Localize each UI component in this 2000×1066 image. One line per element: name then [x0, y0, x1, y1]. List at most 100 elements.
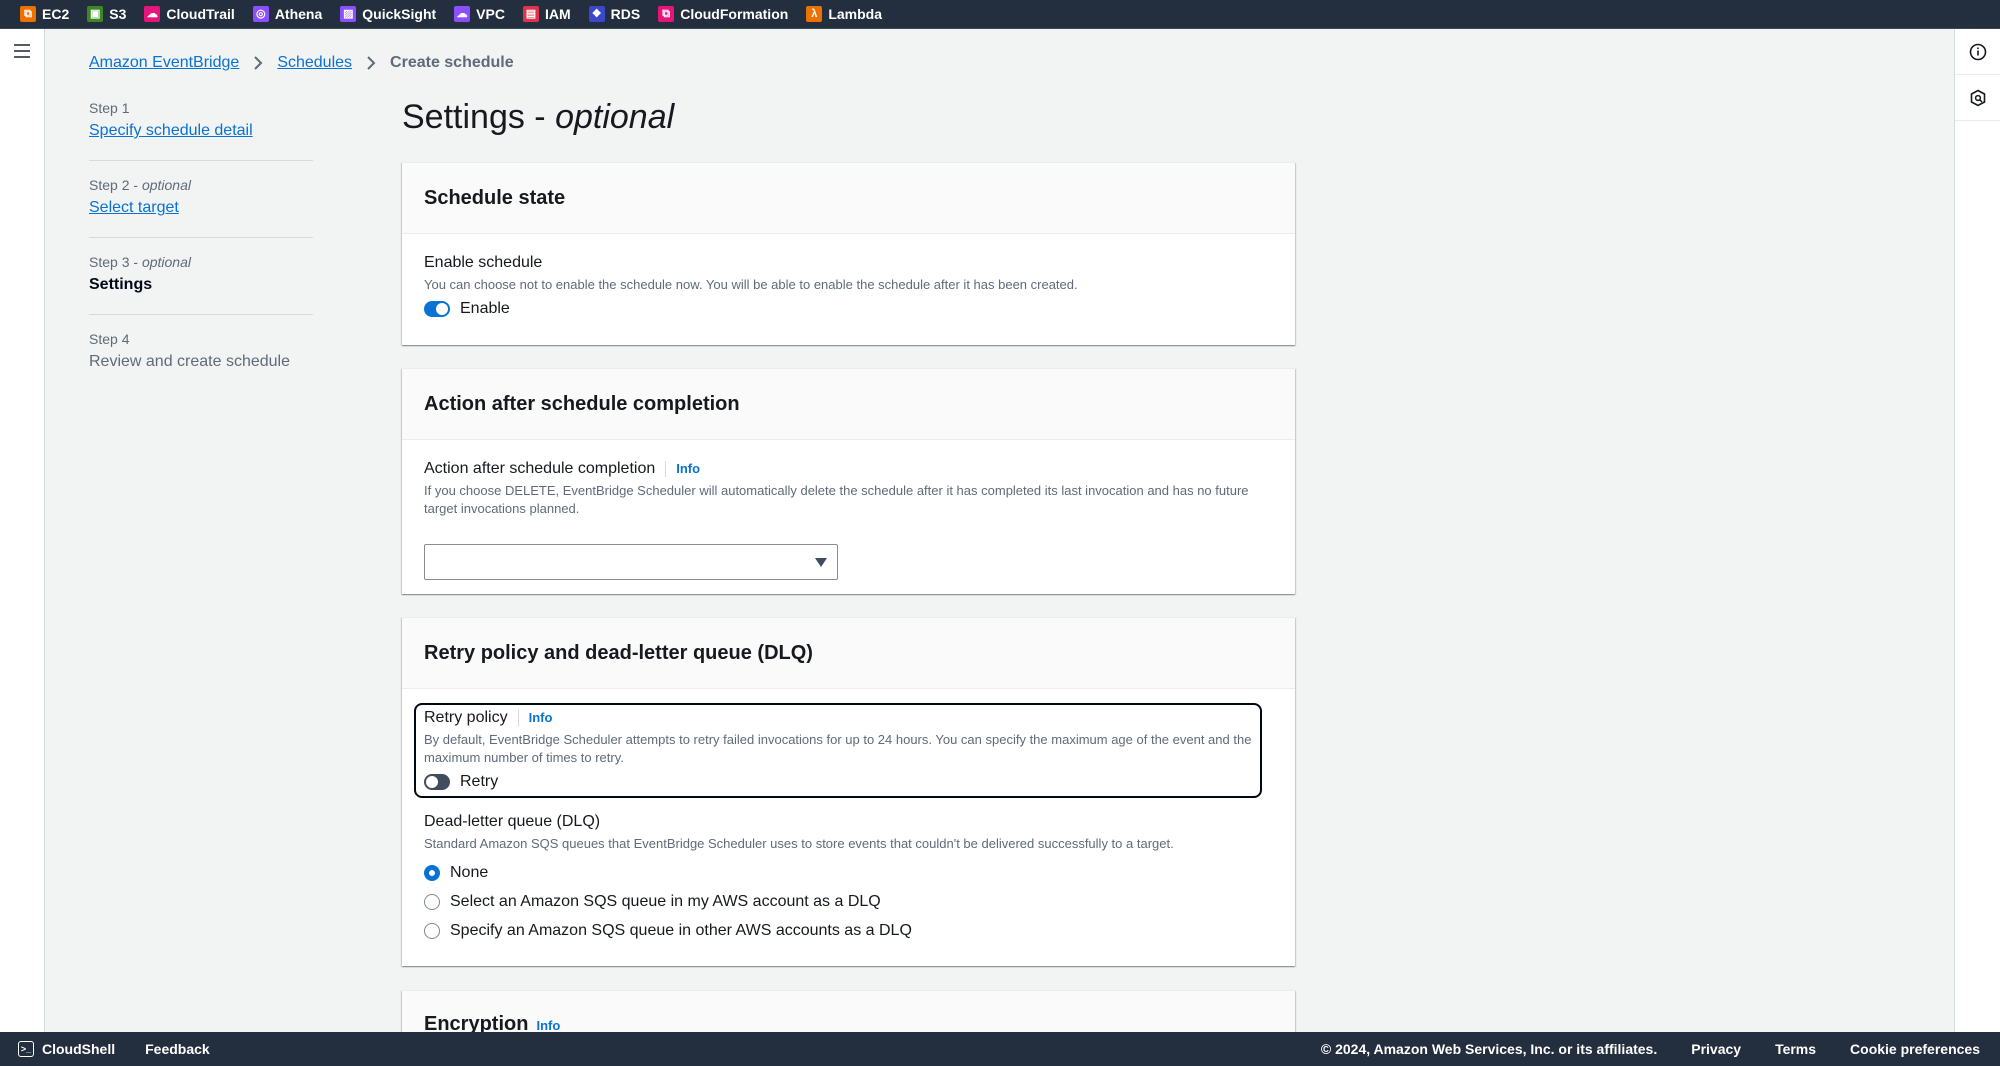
panel-title: Schedule state [424, 186, 566, 209]
action-after-description: If you choose DELETE, EventBridge Schedu… [424, 483, 1249, 516]
retry-policy-label: Retry policy Info [424, 709, 553, 726]
panel-header: Schedule state [402, 163, 1295, 234]
radio-label: Select an Amazon SQS queue in my AWS acc… [450, 893, 881, 910]
breadcrumb: Amazon EventBridge Schedules Create sche… [89, 54, 514, 72]
rds-icon: ❖ [588, 6, 605, 22]
athena-icon: ◎ [252, 6, 269, 22]
action-after-completion-select[interactable] [424, 544, 838, 580]
retry-toggle-row: Retry [424, 773, 1273, 791]
quicksight-icon: ▨ [340, 6, 357, 22]
radio-unchecked-icon[interactable] [424, 894, 440, 910]
s3-icon: ▣ [87, 6, 104, 22]
breadcrumb-eventbridge[interactable]: Amazon EventBridge [89, 54, 239, 72]
service-label: IAM [544, 6, 571, 22]
schedule-state-panel: Schedule state Enable schedule You can c… [402, 162, 1295, 345]
dlq-option-other-accounts[interactable]: Specify an Amazon SQS queue in other AWS… [424, 922, 1273, 940]
retry-policy-dlq-panel: Retry policy and dead-letter queue (DLQ)… [402, 617, 1295, 966]
terminal-icon: >_ [18, 1041, 34, 1057]
panel-title: Action after schedule completion [424, 392, 740, 415]
chevron-right-icon [253, 56, 263, 70]
enable-schedule-label: Enable schedule [424, 254, 543, 271]
help-panel-button[interactable] [1955, 75, 2000, 121]
service-shortcut-cloudformation[interactable]: ⧉ CloudFormation [658, 0, 788, 29]
breadcrumb-schedules[interactable]: Schedules [277, 54, 352, 72]
enable-schedule-description: You can choose not to enable the schedul… [424, 277, 1078, 292]
feedback-link[interactable]: Feedback [145, 1041, 210, 1057]
caret-down-icon [815, 558, 827, 567]
service-label: S3 [109, 6, 127, 22]
step-number: Step 1 [89, 100, 130, 116]
dlq-option-none[interactable]: None [424, 864, 1273, 882]
dlq-description: Standard Amazon SQS queues that EventBri… [424, 836, 1174, 851]
service-label: CloudTrail [166, 6, 235, 22]
service-label: RDS [610, 6, 641, 22]
radio-unchecked-icon[interactable] [424, 923, 440, 939]
page-title: Settings - optional [402, 98, 675, 136]
info-link[interactable]: Info [517, 710, 552, 726]
right-tools-rail [1954, 29, 2000, 1032]
radio-label: Specify an Amazon SQS queue in other AWS… [450, 922, 912, 939]
service-shortcut-vpc[interactable]: ☁ VPC [454, 0, 505, 29]
service-label: QuickSight [362, 6, 437, 22]
cloudtrail-icon: ☁ [144, 6, 161, 22]
hexagon-help-icon [1970, 89, 1985, 106]
console-footer: >_ CloudShell Feedback © 2024, Amazon We… [0, 1032, 2000, 1066]
step-number: Step 4 [89, 331, 130, 347]
service-label: Athena [274, 6, 323, 22]
service-shortcut-ec2[interactable]: ⧉ EC2 [20, 0, 69, 29]
panel-title: Retry policy and dead-letter queue (DLQ) [424, 641, 813, 664]
retry-toggle[interactable] [424, 774, 450, 790]
cloudshell-label: CloudShell [42, 1041, 116, 1057]
menu-icon[interactable] [14, 44, 30, 58]
info-link[interactable]: Info [665, 461, 700, 477]
cloudshell-button[interactable]: >_ CloudShell [18, 1041, 115, 1057]
service-shortcut-s3[interactable]: ▣ S3 [87, 0, 126, 29]
panel-header: Action after schedule completion [402, 369, 1295, 440]
service-shortcut-lambda[interactable]: λ Lambda [806, 0, 882, 29]
wizard-steps: Step 1 Specify schedule detail Step 2 - … [89, 100, 313, 407]
terms-link[interactable]: Terms [1775, 1041, 1816, 1057]
radio-checked-icon[interactable] [424, 865, 440, 881]
dlq-option-my-account[interactable]: Select an Amazon SQS queue in my AWS acc… [424, 893, 1273, 911]
wizard-step-1: Step 1 Specify schedule detail [89, 100, 313, 161]
service-shortcut-athena[interactable]: ◎ Athena [252, 0, 323, 29]
service-shortcut-quicksight[interactable]: ▨ QuickSight [340, 0, 436, 29]
step-link-select-target[interactable]: Select target [89, 199, 313, 217]
service-shortcut-cloudtrail[interactable]: ☁ CloudTrail [144, 0, 235, 29]
lambda-icon: λ [806, 6, 823, 22]
service-label: EC2 [42, 6, 70, 22]
enable-toggle-label: Enable [460, 300, 510, 317]
step-number: Step 3 - optional [89, 254, 191, 270]
service-label: VPC [476, 6, 505, 22]
retry-policy-description: By default, EventBridge Scheduler attemp… [424, 732, 1252, 765]
enable-schedule-toggle-row: Enable [424, 300, 1273, 318]
step-current-settings: Settings [89, 276, 153, 293]
service-label: CloudFormation [680, 6, 789, 22]
radio-label: None [450, 864, 489, 881]
wizard-step-3: Step 3 - optional Settings [89, 254, 313, 315]
cloudformation-icon: ⧉ [658, 6, 675, 22]
retry-toggle-label: Retry [460, 773, 499, 790]
step-number: Step 2 - optional [89, 177, 191, 193]
ec2-icon: ⧉ [20, 6, 36, 22]
copyright-text: © 2024, Amazon Web Services, Inc. or its… [1320, 1041, 1658, 1057]
action-after-completion-panel: Action after schedule completion Action … [402, 368, 1295, 594]
step-link-specify-schedule-detail[interactable]: Specify schedule detail [89, 122, 313, 140]
panel-header: Retry policy and dead-letter queue (DLQ) [402, 618, 1295, 689]
info-panel-button[interactable] [1955, 29, 2000, 75]
service-shortcut-iam[interactable]: ▤ IAM [522, 0, 571, 29]
service-label: Lambda [828, 6, 882, 22]
step-review-and-create: Review and create schedule [89, 353, 291, 370]
wizard-step-4: Step 4 Review and create schedule [89, 331, 313, 391]
info-icon [1969, 43, 1986, 60]
dlq-label: Dead-letter queue (DLQ) [424, 813, 601, 830]
enable-schedule-toggle[interactable] [424, 301, 450, 317]
chevron-right-icon [366, 56, 376, 70]
action-after-label: Action after schedule completion Info [424, 460, 701, 477]
wizard-step-2: Step 2 - optional Select target [89, 177, 313, 238]
vpc-icon: ☁ [454, 6, 471, 22]
cookie-preferences-link[interactable]: Cookie preferences [1850, 1041, 1980, 1057]
service-shortcut-rds[interactable]: ❖ RDS [588, 0, 641, 29]
privacy-link[interactable]: Privacy [1691, 1041, 1741, 1057]
services-bar: ⧉ EC2 ▣ S3 ☁ CloudTrail ◎ Athena ▨ QuickSight… [0, 0, 2000, 29]
